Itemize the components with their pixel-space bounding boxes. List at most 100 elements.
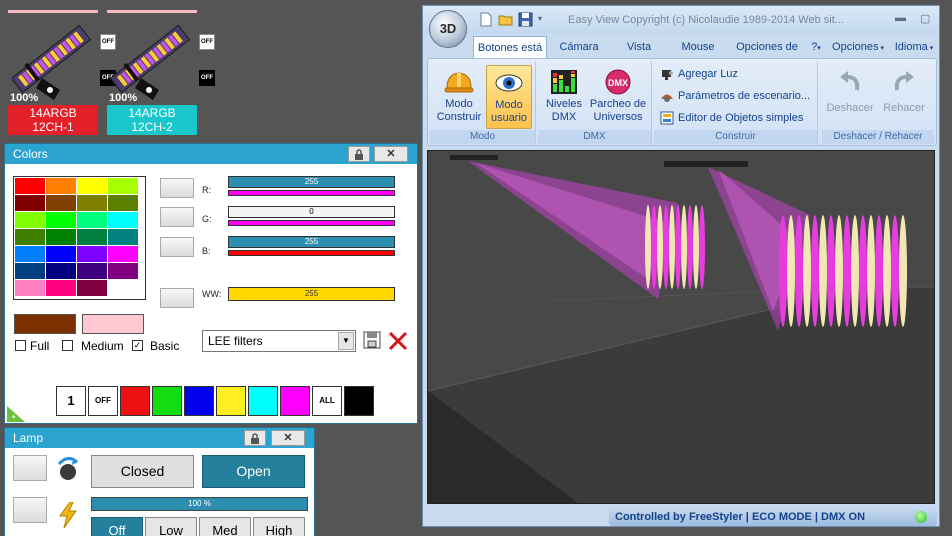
palette-swatch[interactable] <box>108 178 138 194</box>
gel-filter-select[interactable]: LEE filters ▼ <box>202 330 356 352</box>
fixture-model-2[interactable] <box>664 161 748 167</box>
basic-checkbox[interactable]: ✓ <box>132 340 143 351</box>
red-value-bar[interactable]: 255 <box>228 176 395 188</box>
quick-access-dropdown-icon[interactable]: ▾ <box>538 14 542 23</box>
palette-swatch[interactable] <box>108 263 138 279</box>
3d-viewport[interactable] <box>427 150 935 504</box>
palette-swatch[interactable] <box>46 212 76 228</box>
agregar-luz-button[interactable]: Agregar Luz <box>660 65 738 83</box>
palette-swatch[interactable] <box>46 246 76 262</box>
palette-swatch[interactable] <box>77 212 107 228</box>
blue-value-bar[interactable]: 255 <box>228 236 395 248</box>
quick-color-button[interactable]: OFF <box>88 386 118 416</box>
modo-usuario-button[interactable]: Modo usuario <box>486 65 532 129</box>
quick-color-button[interactable]: 1 <box>56 386 86 416</box>
fixture-switch-bottom[interactable]: OFF <box>199 70 215 86</box>
tab-idioma[interactable]: Idioma ▾ <box>889 36 939 58</box>
new-file-icon[interactable] <box>478 12 493 27</box>
save-icon[interactable] <box>518 12 533 27</box>
palette-swatch[interactable] <box>108 229 138 245</box>
palette-swatch[interactable] <box>46 263 76 279</box>
parametros-escenario-button[interactable]: Parámetros de escenario... <box>660 87 810 105</box>
open-button[interactable]: Open <box>202 455 305 488</box>
level-high-button[interactable]: High <box>253 517 305 536</box>
quick-color-button[interactable] <box>248 386 278 416</box>
palette-swatch[interactable] <box>15 229 45 245</box>
red-fader-button[interactable] <box>160 178 194 198</box>
minimize-button[interactable]: ▬ <box>895 12 906 24</box>
palette-swatch[interactable] <box>46 178 76 194</box>
ww-fader-button[interactable] <box>160 288 194 308</box>
modo-construir-button[interactable]: Modo Construir <box>434 65 484 129</box>
palette-swatch[interactable] <box>108 280 138 296</box>
ww-value-bar[interactable]: 255 <box>228 287 395 301</box>
shutter-fader-button[interactable] <box>13 455 47 481</box>
previous-color-preview[interactable] <box>82 314 144 334</box>
tab-botones[interactable]: Botones está <box>473 36 547 58</box>
parcheo-universos-button[interactable]: DMX Parcheo de Universos <box>588 65 648 129</box>
panel-title[interactable]: Lamp <box>5 428 314 448</box>
niveles-dmx-button[interactable]: Niveles DMX <box>542 65 586 129</box>
quick-color-button[interactable] <box>120 386 150 416</box>
save-icon[interactable] <box>363 331 381 349</box>
palette-swatch[interactable] <box>108 195 138 211</box>
fixture-1[interactable]: OFF OFF 100% 14ARGB 12CH-1 <box>8 8 116 136</box>
palette-swatch[interactable] <box>77 178 107 194</box>
green-value-bar[interactable]: 0 <box>228 206 395 218</box>
palette-swatch[interactable] <box>46 280 76 296</box>
quick-color-button[interactable] <box>184 386 214 416</box>
closed-button[interactable]: Closed <box>91 455 194 488</box>
tab-opciones[interactable]: Opciones ▾ <box>827 36 889 58</box>
full-checkbox[interactable] <box>15 340 26 351</box>
palette-swatch[interactable] <box>77 263 107 279</box>
delete-icon[interactable] <box>387 330 409 352</box>
palette-swatch[interactable] <box>15 280 45 296</box>
level-low-button[interactable]: Low <box>145 517 197 536</box>
palette-swatch[interactable] <box>15 195 45 211</box>
tab-opciones-de[interactable]: Opciones de <box>731 36 803 58</box>
blue-fader-button[interactable] <box>160 237 194 257</box>
palette-swatch[interactable] <box>77 229 107 245</box>
deshacer-button[interactable]: Deshacer <box>824 65 876 129</box>
fixture-2[interactable]: OFF OFF 100% 14ARGB 12CH-2 <box>107 8 215 136</box>
fixture-model-1[interactable] <box>450 155 498 160</box>
dimmer-fader-button[interactable] <box>13 497 47 523</box>
medium-checkbox[interactable] <box>62 340 73 351</box>
current-color-preview[interactable] <box>14 314 76 334</box>
close-icon[interactable]: ✕ <box>271 430 305 446</box>
palette-swatch[interactable] <box>77 195 107 211</box>
tab-help[interactable]: ?▾ <box>807 36 825 58</box>
dimmer-bar[interactable]: 100 % <box>91 497 308 511</box>
tab-camara[interactable]: Cámara <box>553 36 605 58</box>
palette-swatch[interactable] <box>108 212 138 228</box>
close-icon[interactable]: ✕ <box>374 146 408 162</box>
palette-swatch[interactable] <box>46 195 76 211</box>
palette-swatch[interactable] <box>77 246 107 262</box>
palette-swatch[interactable] <box>108 246 138 262</box>
quick-color-button[interactable] <box>280 386 310 416</box>
chevron-down-icon[interactable]: ▼ <box>338 332 354 350</box>
palette-swatch[interactable] <box>15 178 45 194</box>
lock-icon[interactable] <box>244 430 266 446</box>
maximize-button[interactable]: ▢ <box>920 12 930 25</box>
resize-grip-icon[interactable]: + <box>7 406 25 422</box>
tab-mouse[interactable]: Mouse <box>673 36 723 58</box>
palette-swatch[interactable] <box>77 280 107 296</box>
level-med-button[interactable]: Med <box>199 517 251 536</box>
fixture-switch-top[interactable]: OFF <box>199 34 215 50</box>
green-fader-button[interactable] <box>160 207 194 227</box>
editor-objetos-button[interactable]: Editor de Objetos simples <box>660 109 803 127</box>
level-off-button[interactable]: Off <box>91 517 143 536</box>
quick-color-button[interactable] <box>216 386 246 416</box>
palette-swatch[interactable] <box>15 246 45 262</box>
palette-swatch[interactable] <box>15 212 45 228</box>
rehacer-button[interactable]: Rehacer <box>878 65 930 129</box>
quick-color-button[interactable] <box>344 386 374 416</box>
palette-swatch[interactable] <box>15 263 45 279</box>
quick-color-button[interactable]: ALL <box>312 386 342 416</box>
tab-vista[interactable]: Vista <box>619 36 659 58</box>
quick-color-button[interactable] <box>152 386 182 416</box>
lock-icon[interactable] <box>348 146 370 162</box>
open-folder-icon[interactable] <box>498 12 513 27</box>
palette-swatch[interactable] <box>46 229 76 245</box>
